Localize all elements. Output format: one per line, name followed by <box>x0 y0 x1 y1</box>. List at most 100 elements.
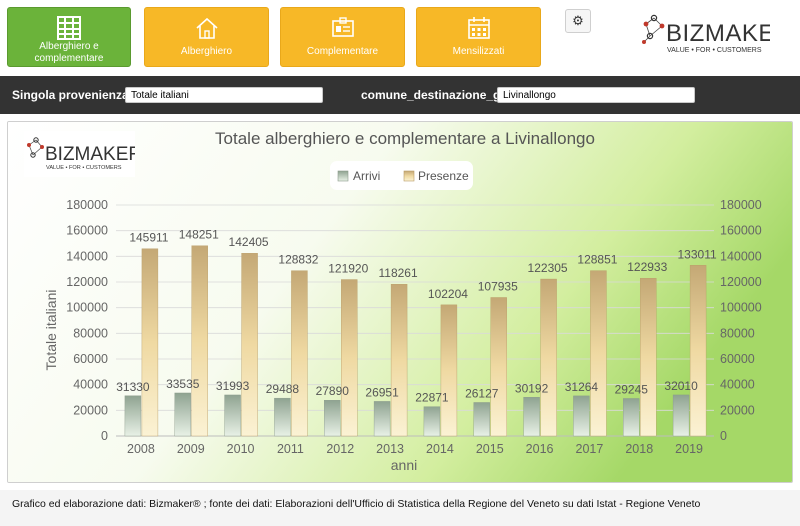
y-tick-label: 180000 <box>66 198 108 212</box>
bar-arrivi <box>373 401 391 437</box>
x-tick-label: 2012 <box>326 442 354 456</box>
grid-table-icon <box>57 16 81 40</box>
data-label-arrivi: 30192 <box>515 381 549 395</box>
chart-bizmaker-logo: BIZMAKER VALUE • FOR • CUSTOMERS <box>24 131 135 177</box>
x-tick-label: 2018 <box>625 442 653 456</box>
x-tick-label: 2013 <box>376 442 404 456</box>
bar-presenze <box>390 284 408 437</box>
bar-presenze <box>241 253 258 437</box>
y-tick-label: 160000 <box>66 224 108 238</box>
brand-name: BIZMAKER <box>666 20 770 47</box>
data-label-presenze: 118261 <box>379 266 418 280</box>
bar-arrivi <box>174 392 191 437</box>
data-label-presenze: 133011 <box>678 247 717 261</box>
bar-presenze <box>341 279 358 437</box>
x-tick-label: 2017 <box>576 442 604 456</box>
y-tick-label: 0 <box>101 429 108 443</box>
data-label-arrivi: 32010 <box>664 379 698 393</box>
data-label-presenze: 121920 <box>328 262 368 276</box>
comune-select[interactable]: Livinallongo <box>497 87 695 103</box>
bar-arrivi <box>623 398 640 437</box>
gear-icon: ⚙ <box>572 13 584 28</box>
legend-swatch-arrivi <box>337 170 349 182</box>
bizmaker-logo: BIZMAKER VALUE • FOR • CUSTOMERS <box>642 14 770 54</box>
nav-button-alberghiero-complementare[interactable]: Alberghiero e complementare <box>7 7 131 67</box>
nav-button-label: Alberghiero <box>180 46 233 57</box>
data-label-arrivi: 29488 <box>266 382 300 396</box>
y-tick-label: 60000 <box>73 352 108 366</box>
data-label-arrivi: 29245 <box>615 382 649 396</box>
data-label-presenze: 107935 <box>478 279 518 293</box>
bar-arrivi <box>324 400 341 437</box>
y-tick-label-right: 20000 <box>720 403 755 417</box>
provenienza-label: Singola provenienza: <box>12 88 133 102</box>
bar-arrivi <box>423 406 441 437</box>
y-tick-label: 40000 <box>73 378 108 392</box>
brand-tagline: VALUE • FOR • CUSTOMERS <box>667 47 762 54</box>
bar-presenze <box>291 270 308 437</box>
x-tick-label: 2009 <box>177 442 205 456</box>
y-tick-label-right: 60000 <box>720 352 755 366</box>
house-icon <box>195 17 218 39</box>
bar-presenze <box>490 297 507 437</box>
bar-presenze <box>640 278 657 437</box>
nav-button-mensilizzati[interactable]: Mensilizzati <box>416 7 541 67</box>
nav-button-label: Alberghiero e complementare <box>34 41 104 64</box>
data-label-presenze: 102204 <box>428 287 468 301</box>
y-tick-label-right: 100000 <box>720 301 762 315</box>
bar-presenze <box>440 304 458 437</box>
y-tick-label: 140000 <box>66 249 108 263</box>
legend-swatch-presenze <box>403 170 415 182</box>
data-label-arrivi: 22871 <box>415 391 449 405</box>
top-navigation: Alberghiero e complementare Alberghiero … <box>0 0 800 76</box>
bar-arrivi <box>473 402 490 437</box>
nav-button-alberghiero[interactable]: Alberghiero <box>144 7 269 67</box>
footer: Grafico ed elaborazione dati: Bizmaker® … <box>0 490 800 526</box>
data-label-presenze: 142405 <box>229 235 269 249</box>
brand-name: BIZMAKER <box>45 144 135 165</box>
data-label-arrivi: 26951 <box>365 385 399 399</box>
x-tick-label: 2010 <box>227 442 255 456</box>
nav-button-label: Mensilizzati <box>452 46 505 57</box>
x-tick-label: 2008 <box>127 442 155 456</box>
bar-arrivi <box>124 395 142 437</box>
nav-button-complementare[interactable]: Complementare <box>280 7 405 67</box>
comune-label: comune_destinazione_g <box>361 88 501 102</box>
y-tick-label-right: 160000 <box>720 224 762 238</box>
x-tick-label: 2016 <box>526 442 554 456</box>
bar-arrivi <box>672 394 690 437</box>
y-tick-label-right: 180000 <box>720 198 762 212</box>
data-label-arrivi: 26127 <box>465 386 499 400</box>
y-tick-label: 80000 <box>73 326 108 340</box>
settings-button[interactable]: ⚙ <box>565 9 591 33</box>
data-label-arrivi: 27890 <box>316 384 350 398</box>
x-axis-title: anni <box>391 457 417 473</box>
bar-presenze <box>141 248 159 437</box>
bar-presenze <box>191 245 208 437</box>
data-label-presenze: 145911 <box>129 231 168 245</box>
data-label-presenze: 128851 <box>577 253 617 267</box>
bar-presenze <box>689 265 707 437</box>
bar-presenze <box>540 278 557 437</box>
legend-label-presenze: Presenze <box>418 169 469 183</box>
y-tick-label-right: 40000 <box>720 378 755 392</box>
data-label-presenze: 148251 <box>179 228 219 242</box>
x-tick-label: 2015 <box>476 442 504 456</box>
data-label-arrivi: 31330 <box>116 380 150 394</box>
bar-arrivi <box>274 397 291 437</box>
x-tick-label: 2014 <box>426 442 454 456</box>
data-label-arrivi: 33535 <box>166 377 200 391</box>
brand-tagline: VALUE • FOR • CUSTOMERS <box>46 165 122 171</box>
x-tick-label: 2019 <box>675 442 703 456</box>
data-label-presenze: 128832 <box>278 253 318 267</box>
y-axis-title: Totale italiani <box>43 290 59 371</box>
y-tick-label-right: 0 <box>720 429 727 443</box>
y-tick-label: 100000 <box>66 301 108 315</box>
filter-bar: Singola provenienza: Totale italiani com… <box>0 76 800 114</box>
bar-arrivi <box>224 394 241 437</box>
legend-label-arrivi: Arrivi <box>353 169 380 183</box>
provenienza-select[interactable]: Totale italiani <box>125 87 323 103</box>
x-tick-label: 2011 <box>277 442 304 456</box>
nav-button-label: Complementare <box>306 46 379 57</box>
data-label-presenze: 122305 <box>528 261 568 275</box>
